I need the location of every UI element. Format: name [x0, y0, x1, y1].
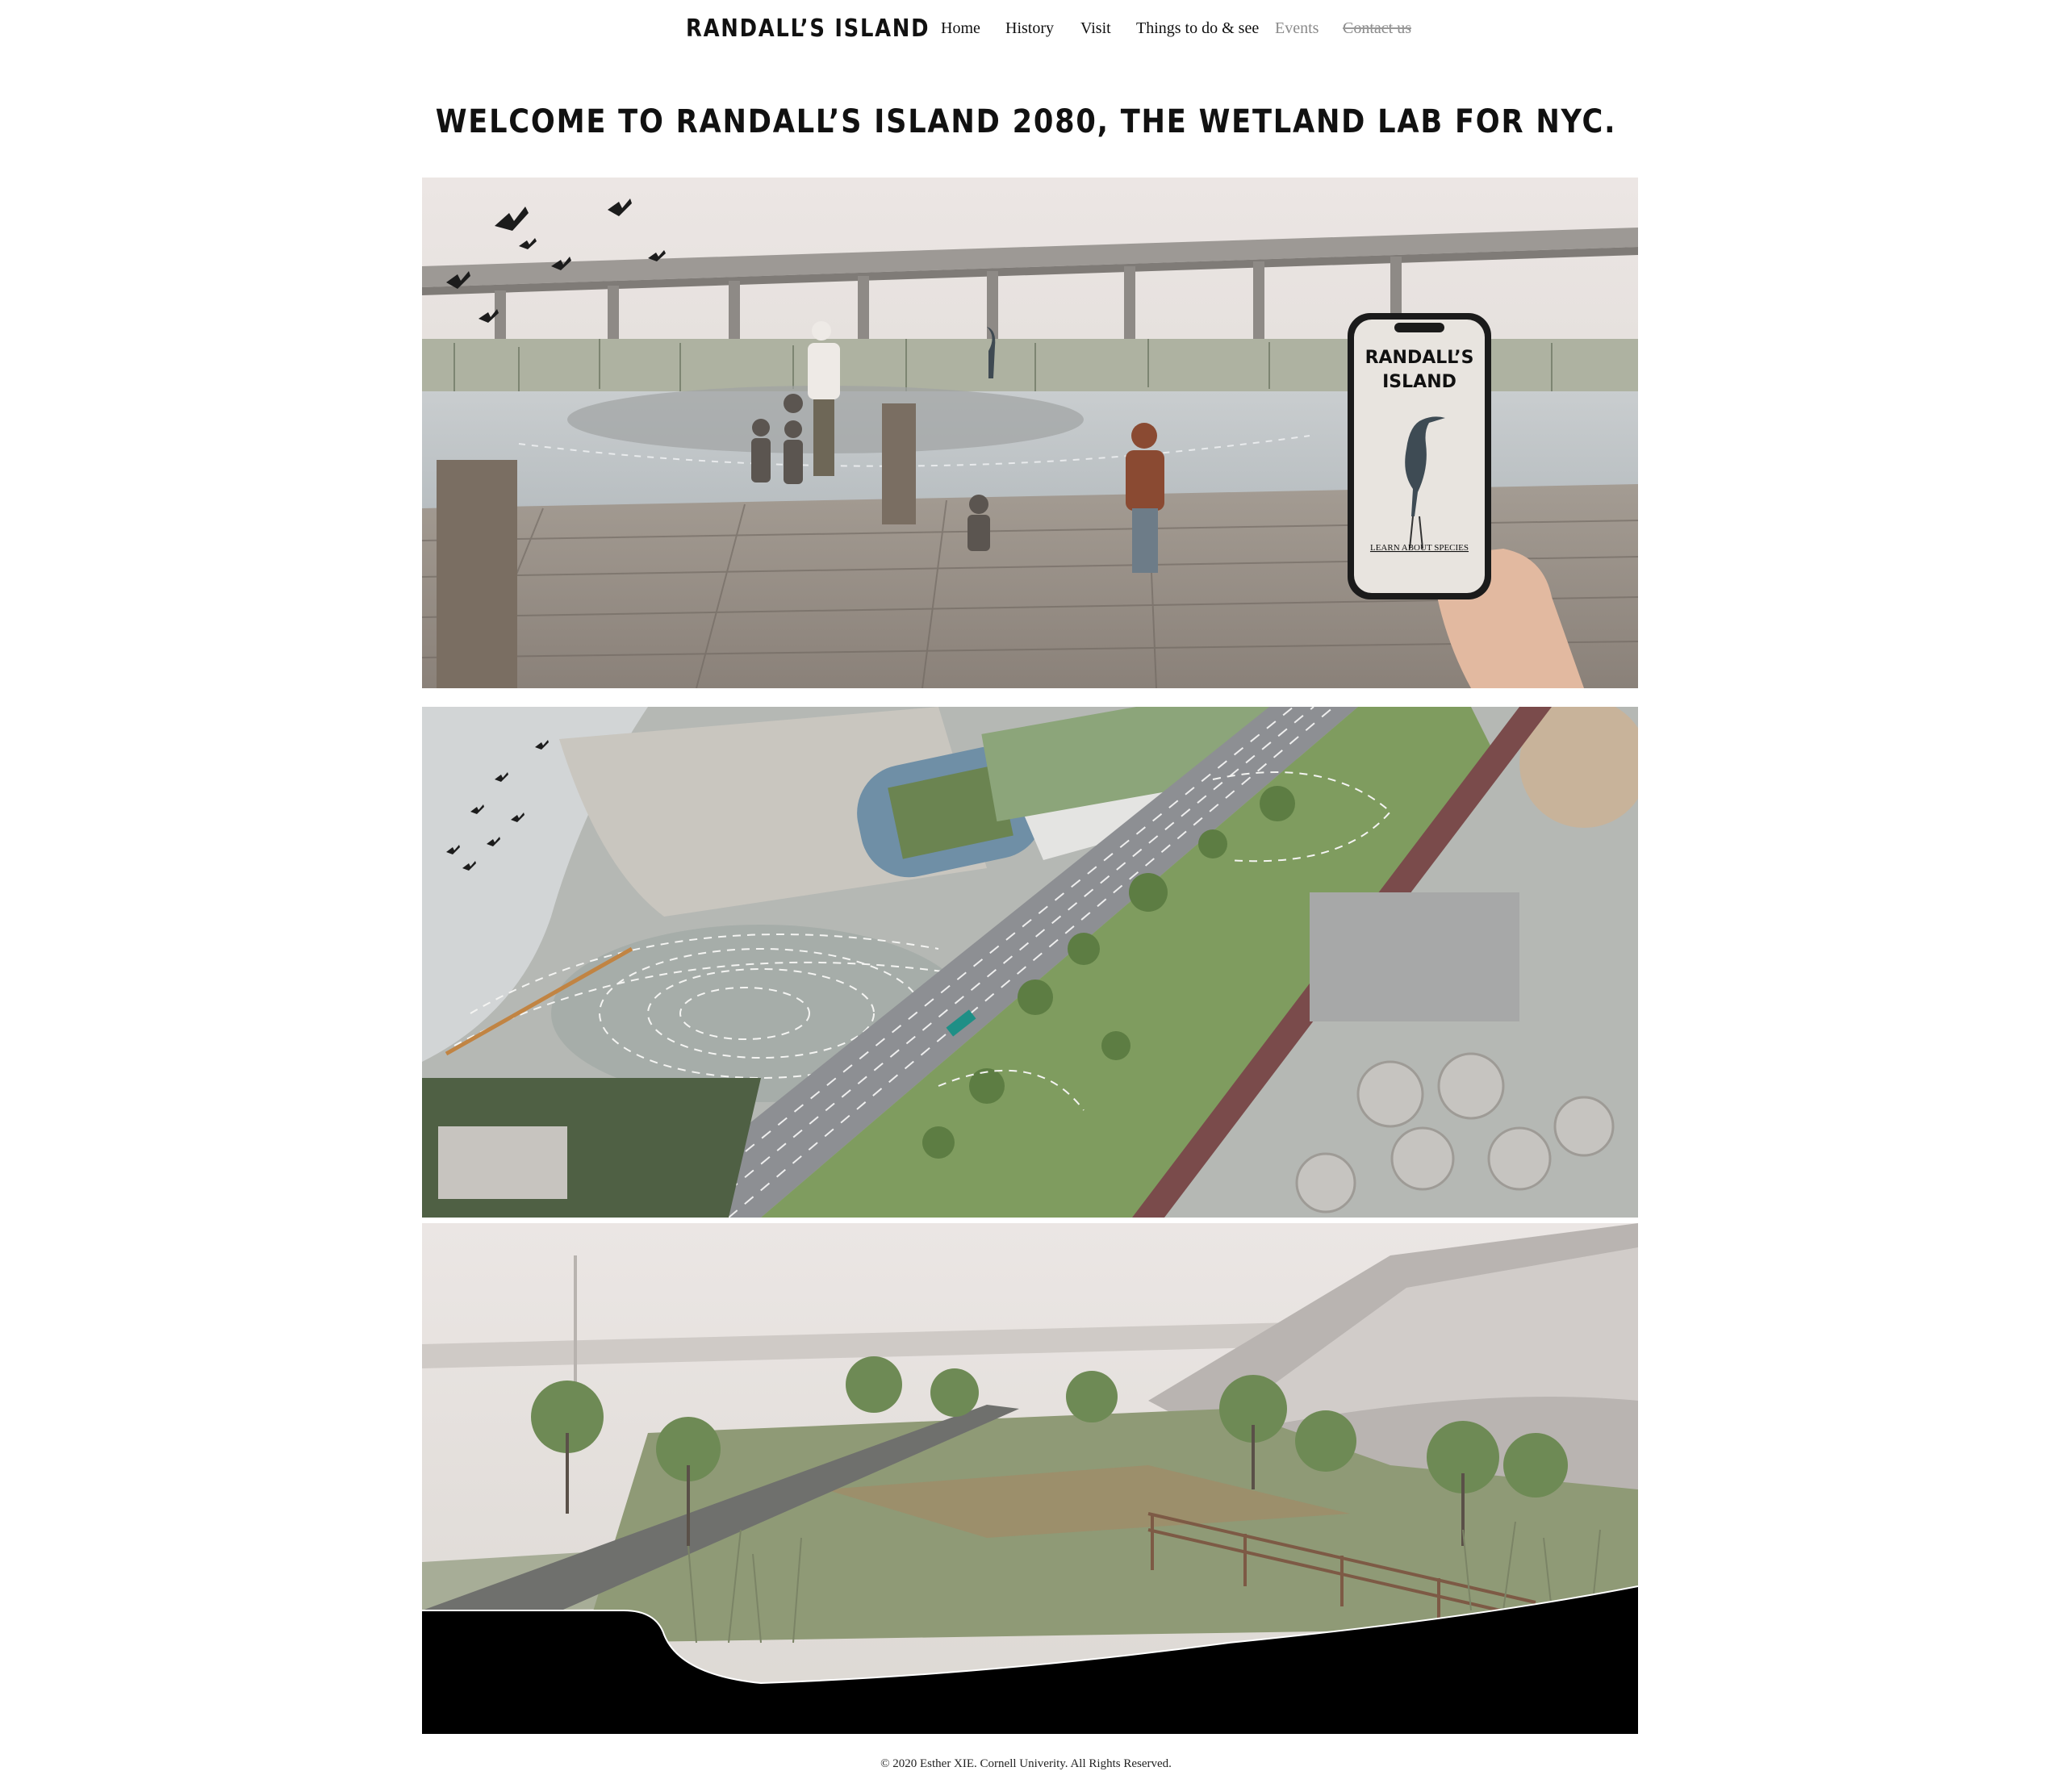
phone-title-line1: RANDALL’S	[1365, 348, 1474, 368]
page-headline: WELCOME TO RANDALL’S ISLAND 2080, THE WE…	[435, 103, 1617, 140]
nav-item-things-to-do[interactable]: Things to do & see	[1136, 19, 1259, 38]
nav-item-events[interactable]: Events	[1275, 19, 1319, 38]
nav-item-history[interactable]: History	[1005, 19, 1054, 38]
aerial-site-plan-image	[422, 707, 1638, 1218]
nav-item-visit[interactable]: Visit	[1080, 19, 1111, 38]
nav-item-home[interactable]: Home	[941, 19, 980, 38]
wetland-section-rendering-image	[422, 1223, 1638, 1734]
site-header: RANDALL’S ISLAND Home History Visit Thin…	[0, 0, 2052, 65]
nav-item-contact-us[interactable]: Contact us	[1343, 19, 1411, 38]
learn-about-species-link[interactable]: LEARN ABOUT SPECIES	[1370, 543, 1469, 553]
phone-title-line2: ISLAND	[1382, 372, 1456, 392]
boardwalk-rendering-image: RANDALL’S ISLAND LEARN ABOUT SPECIES	[422, 178, 1638, 688]
main-nav: Home History Visit Things to do & see Ev…	[0, 19, 2052, 44]
footer-copyright: © 2020 Esther XIE. Cornell Univerity. Al…	[880, 1757, 1172, 1770]
